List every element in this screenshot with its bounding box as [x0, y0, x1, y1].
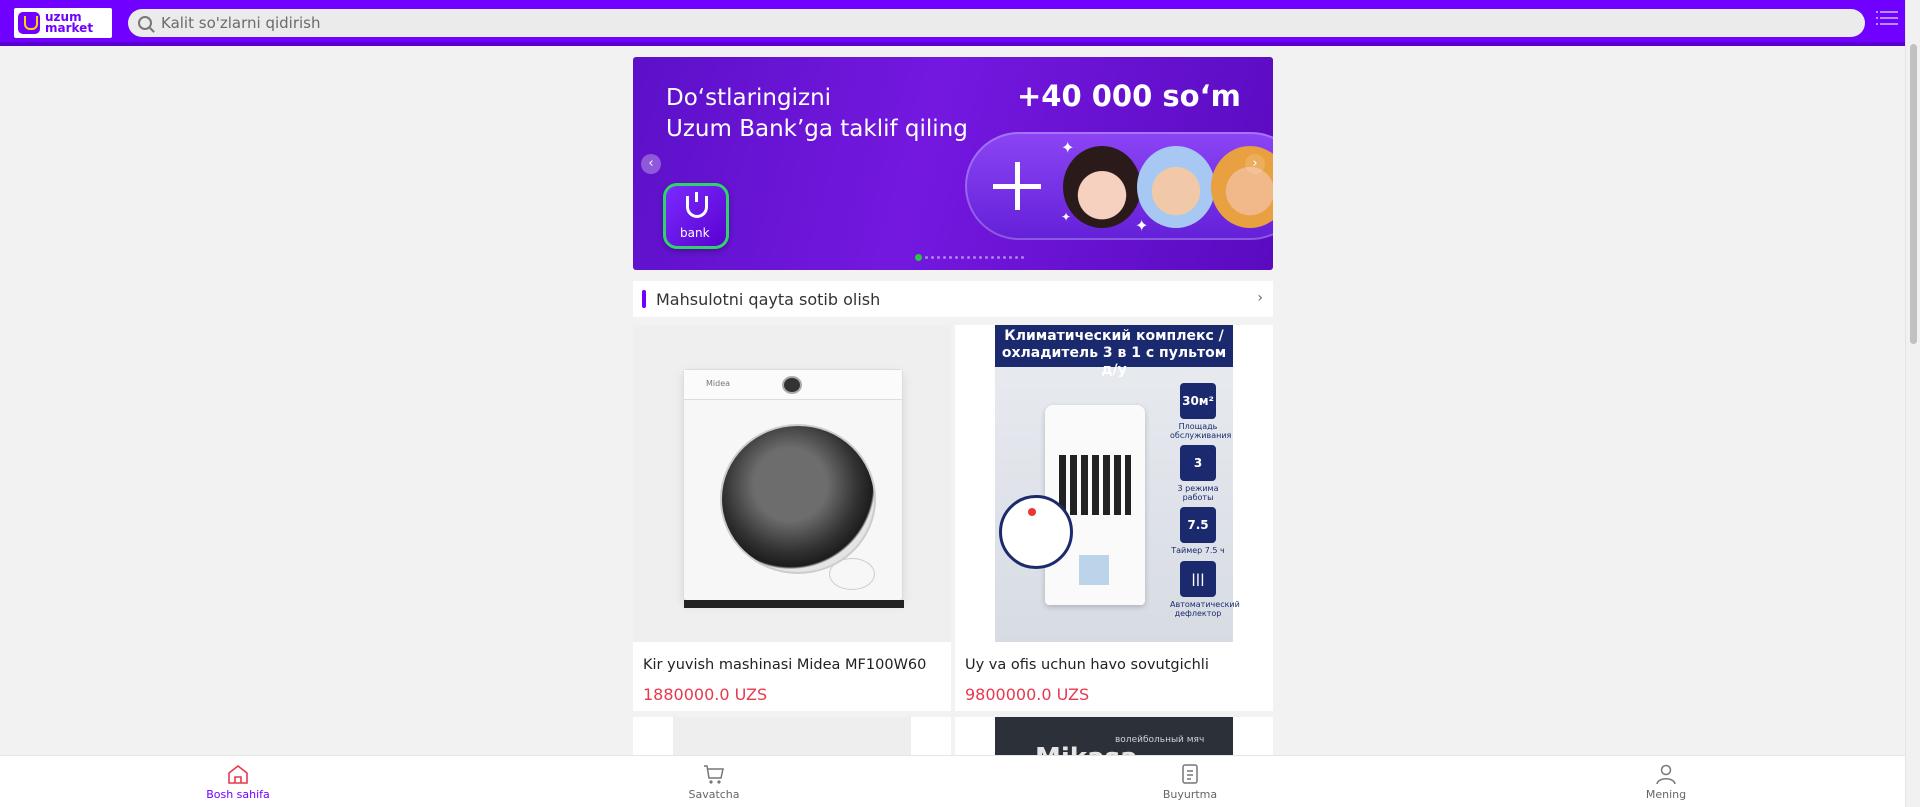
carousel-dot[interactable] [955, 255, 958, 259]
carousel-dot[interactable] [1015, 255, 1018, 259]
carousel-dot[interactable] [943, 255, 946, 259]
carousel-next-button[interactable]: › [1245, 154, 1265, 174]
nav-cart-label: Savatcha [688, 788, 740, 801]
nav-home[interactable]: Bosh sahifa [168, 763, 308, 801]
nav-orders[interactable]: Buyurtma [1120, 763, 1260, 801]
carousel-dot[interactable] [949, 255, 952, 259]
search-icon [138, 16, 152, 30]
carousel-dot[interactable] [991, 255, 994, 259]
section-title: Mahsulotni qayta sotib olish [656, 289, 881, 309]
orders-icon [1182, 764, 1198, 784]
logo-text: uzum market [45, 11, 94, 35]
friends-pill-graphic: ✦ ✦ ✦ [965, 132, 1273, 240]
carousel-dot[interactable] [915, 253, 922, 261]
carousel-dot[interactable] [973, 255, 976, 259]
scrollbar-thumb[interactable] [1910, 44, 1917, 344]
banner-bonus: +40 000 so‘m [1017, 79, 1241, 113]
nav-orders-label: Buyurtma [1162, 788, 1218, 801]
product-image-washing-machine[interactable]: Midea [633, 325, 951, 642]
catalog-menu-icon[interactable] [1876, 11, 1898, 31]
carousel-dot[interactable] [961, 255, 964, 259]
product-name[interactable]: Kir yuvish mashinasi Midea MF100W60 [643, 657, 926, 673]
top-bar: uzum market [0, 0, 1920, 46]
feature-modes: 3 3 режима работы [1170, 445, 1226, 502]
air-cooler-poster: Климатический комплекс / охладитель 3 в … [995, 325, 1240, 642]
product-card[interactable] [633, 717, 951, 757]
avatar-man-glasses-illustration [1137, 146, 1215, 228]
product-name[interactable]: Uy va ofis uchun havo sovutgichli [965, 657, 1209, 673]
nav-profile-label: Mening [1645, 788, 1687, 801]
feature-deflector-label: Автоматический дефлектор [1170, 600, 1240, 618]
sparkle-icon: ✦ [1061, 210, 1072, 224]
carousel-dot[interactable] [985, 255, 988, 259]
carousel-dot[interactable] [931, 255, 934, 259]
feature-area: 30м² Площадь обслуживания [1170, 383, 1232, 440]
carousel-dot[interactable] [1021, 255, 1024, 259]
carousel-dot[interactable] [1009, 255, 1012, 259]
feature-modes-label: 3 режима работы [1177, 484, 1219, 502]
search-input[interactable] [161, 14, 1761, 32]
feature-timer-label: Таймер 7.5 ч [1171, 546, 1225, 555]
logo-text-line2: market [45, 21, 94, 35]
carousel-dot[interactable] [1003, 255, 1006, 259]
promo-banner[interactable]: Do‘stlaringizni Uzum Bank’ga taklif qili… [633, 57, 1273, 270]
banner-title: Do‘stlaringizni Uzum Bank’ga taklif qili… [666, 83, 968, 145]
carousel-prev-button[interactable]: ‹ [641, 154, 661, 174]
chevron-right-icon[interactable]: › [1257, 290, 1263, 306]
carousel-dot[interactable] [979, 255, 982, 259]
user-icon [1656, 764, 1676, 785]
product-card[interactable]: Midea Kir yuvish mashinasi Midea MF100W6… [633, 325, 951, 711]
washing-machine-illustration: Midea [683, 369, 904, 608]
section-accent-bar [642, 290, 646, 308]
uzum-market-logo[interactable]: uzum market [14, 8, 112, 38]
feature-timer: 7.5 Таймер 7.5 ч [1170, 507, 1226, 555]
logo-mark-icon [18, 12, 40, 34]
feature-area-value: 30м² [1180, 383, 1216, 419]
poster-title: Климатический комплекс / охладитель 3 в … [995, 325, 1233, 378]
product-image-volleyball[interactable]: волейбольный мяч Mikasa [995, 717, 1233, 757]
sparkle-icon: ✦ [1135, 216, 1149, 235]
cart-icon [704, 765, 724, 784]
product-price: 1880000.0 UZS [643, 685, 768, 704]
carousel-dot[interactable] [967, 255, 970, 259]
rebuy-section-header[interactable]: Mahsulotni qayta sotib olish › [633, 281, 1273, 317]
feature-modes-value: 3 [1180, 445, 1216, 481]
nav-cart[interactable]: Savatcha [644, 763, 784, 801]
brand-label: Midea [706, 379, 731, 388]
carousel-dots [915, 253, 1024, 261]
product-image[interactable] [673, 717, 911, 757]
product-price: 9800000.0 UZS [965, 685, 1090, 704]
carousel-dot[interactable] [937, 255, 940, 259]
uzum-bank-app-icon: bank [663, 183, 729, 249]
avatar-woman-illustration [1063, 146, 1141, 228]
carousel-dot[interactable] [925, 255, 928, 259]
feature-deflector: ||| Автоматический дефлектор [1170, 561, 1240, 618]
feature-timer-value: 7.5 [1180, 507, 1216, 543]
nav-home-label: Bosh sahifa [206, 788, 270, 801]
feature-area-label: Площадь обслуживания [1170, 422, 1232, 440]
feature-deflector-value: ||| [1180, 561, 1216, 597]
home-icon [228, 764, 248, 784]
remote-control-illustration [999, 495, 1073, 569]
carousel-dot[interactable] [997, 255, 1000, 259]
product-image-air-cooler[interactable]: Климатический комплекс / охладитель 3 в … [955, 325, 1273, 642]
sparkle-icon: ✦ [1061, 138, 1075, 157]
plus-icon [993, 162, 1041, 210]
product-card[interactable]: волейбольный мяч Mikasa [955, 717, 1273, 757]
bank-app-label: bank [680, 226, 710, 240]
banner-title-line1: Do‘stlaringizni [666, 85, 832, 111]
bottom-navigation: Bosh sahifa Savatcha Buyurtma Mening [0, 755, 1905, 807]
search-bar[interactable] [128, 9, 1865, 37]
page-scrollbar[interactable] [1905, 0, 1920, 807]
nav-profile[interactable]: Mening [1596, 763, 1736, 801]
banner-title-line2: Uzum Bank’ga taklif qiling [666, 116, 968, 142]
product-card[interactable]: Климатический комплекс / охладитель 3 в … [955, 325, 1273, 711]
